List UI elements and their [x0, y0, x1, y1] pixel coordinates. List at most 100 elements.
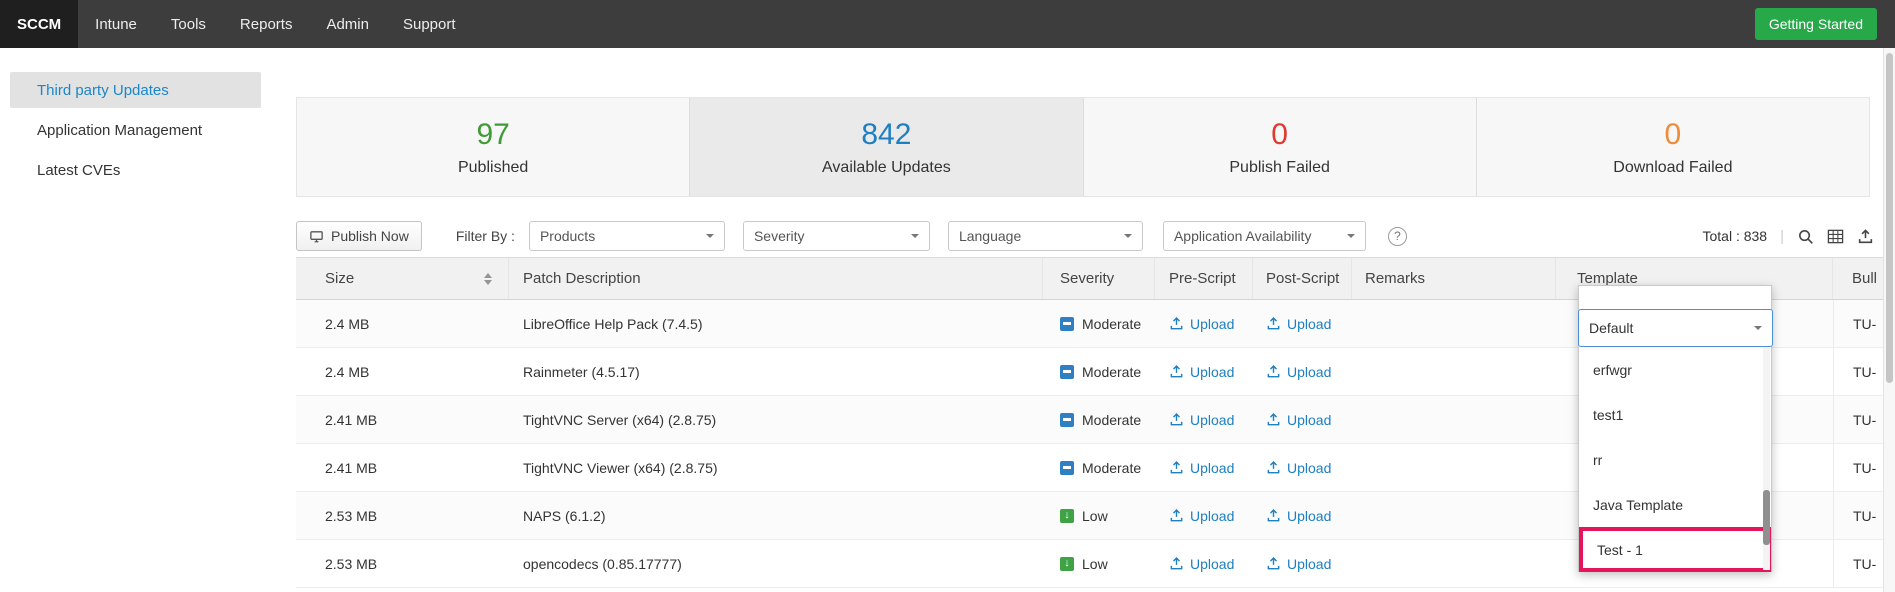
pre-script-upload-link[interactable]: Upload [1169, 508, 1234, 524]
export-icon[interactable] [1857, 228, 1874, 245]
post-script-upload-link[interactable]: Upload [1266, 364, 1331, 380]
severity-label: Moderate [1082, 412, 1141, 428]
stat-card-available-updates[interactable]: 842 Available Updates [690, 98, 1083, 196]
column-header-patch-description: Patch Description [509, 258, 1043, 299]
bulletin-cell: TU- [1833, 540, 1883, 587]
dropdown-scrollbar[interactable] [1763, 347, 1770, 570]
chevron-down-icon [911, 234, 919, 242]
pre-script-cell: Upload [1155, 348, 1253, 395]
help-icon[interactable]: ? [1388, 227, 1407, 246]
nav-item-tools[interactable]: Tools [154, 0, 223, 48]
upload-label: Upload [1287, 412, 1331, 428]
post-script-upload-link[interactable]: Upload [1266, 556, 1331, 572]
post-script-upload-link[interactable]: Upload [1266, 460, 1331, 476]
upload-icon [1169, 460, 1184, 475]
download-failed-label: Download Failed [1613, 159, 1732, 177]
bulletin-cell: TU- [1833, 492, 1883, 539]
pre-script-cell: Upload [1155, 300, 1253, 347]
post-script-cell: Upload [1253, 444, 1352, 491]
pre-script-upload-link[interactable]: Upload [1169, 364, 1234, 380]
toolbar-right: Total : 838 | [1702, 228, 1874, 245]
column-header-size[interactable]: Size [296, 258, 509, 299]
post-script-upload-link[interactable]: Upload [1266, 316, 1331, 332]
stats-cards: 97 Published 842 Available Updates 0 Pub… [296, 97, 1870, 197]
pre-script-upload-link[interactable]: Upload [1169, 412, 1234, 428]
products-filter-dropdown[interactable]: Products [529, 221, 725, 251]
size-cell: 2.4 MB [296, 300, 509, 347]
language-filter-dropdown[interactable]: Language [948, 221, 1143, 251]
severity-label: Low [1082, 508, 1108, 524]
size-header-label: Size [325, 270, 354, 287]
upload-icon [1266, 460, 1281, 475]
severity-label: Moderate [1082, 364, 1141, 380]
upload-label: Upload [1190, 556, 1234, 572]
stat-card-publish-failed[interactable]: 0 Publish Failed [1084, 98, 1477, 196]
severity-low-icon [1060, 509, 1074, 523]
publish-now-button[interactable]: Publish Now [296, 221, 422, 251]
dropdown-option-test-1-highlighted[interactable]: Test - 1 [1579, 527, 1771, 572]
nav-item-support[interactable]: Support [386, 0, 473, 48]
app-window: SCCM Intune Tools Reports Admin Support … [0, 0, 1895, 592]
column-header-severity: Severity [1043, 258, 1155, 299]
post-script-cell: Upload [1253, 300, 1352, 347]
search-icon[interactable] [1797, 228, 1814, 245]
dropdown-scrollbar-thumb[interactable] [1763, 490, 1770, 545]
pre-script-cell: Upload [1155, 444, 1253, 491]
pre-script-upload-link[interactable]: Upload [1169, 556, 1234, 572]
getting-started-button[interactable]: Getting Started [1755, 8, 1877, 40]
pre-script-cell: Upload [1155, 492, 1253, 539]
patch-description-cell: LibreOffice Help Pack (7.4.5) [509, 300, 1043, 347]
post-script-cell: Upload [1253, 348, 1352, 395]
available-updates-label: Available Updates [822, 159, 951, 177]
upload-icon [1266, 412, 1281, 427]
severity-label: Moderate [1082, 460, 1141, 476]
nav-item-admin[interactable]: Admin [309, 0, 386, 48]
column-header-remarks: Remarks [1352, 258, 1556, 299]
products-filter-value: Products [540, 228, 595, 244]
remarks-cell [1352, 300, 1556, 347]
post-script-cell: Upload [1253, 540, 1352, 587]
pre-script-upload-link[interactable]: Upload [1169, 460, 1234, 476]
severity-filter-value: Severity [754, 228, 805, 244]
application-availability-filter-value: Application Availability [1174, 228, 1312, 244]
grid-view-icon[interactable] [1827, 228, 1844, 245]
patch-description-cell: opencodecs (0.85.17777) [509, 540, 1043, 587]
chevron-down-icon [1347, 234, 1355, 242]
sidebar-item-latest-cves[interactable]: Latest CVEs [10, 152, 261, 188]
size-cell: 2.53 MB [296, 540, 509, 587]
top-navbar: SCCM Intune Tools Reports Admin Support … [0, 0, 1895, 48]
severity-label: Moderate [1082, 316, 1141, 332]
upload-label: Upload [1190, 508, 1234, 524]
severity-filter-dropdown[interactable]: Severity [743, 221, 930, 251]
application-availability-filter-dropdown[interactable]: Application Availability [1163, 221, 1366, 251]
pre-script-upload-link[interactable]: Upload [1169, 316, 1234, 332]
publish-failed-label: Publish Failed [1229, 159, 1330, 177]
post-script-upload-link[interactable]: Upload [1266, 412, 1331, 428]
publish-now-label: Publish Now [331, 228, 409, 244]
dropdown-option-java-template[interactable]: Java Template [1579, 482, 1771, 527]
sidebar-item-third-party-updates[interactable]: Third party Updates [10, 72, 261, 108]
sidebar-item-application-management[interactable]: Application Management [10, 112, 261, 148]
post-script-upload-link[interactable]: Upload [1266, 508, 1331, 524]
dropdown-option-test1[interactable]: test1 [1579, 392, 1771, 437]
pre-script-cell: Upload [1155, 396, 1253, 443]
nav-item-reports[interactable]: Reports [223, 0, 310, 48]
severity-moderate-icon [1060, 365, 1074, 379]
upload-icon [1169, 556, 1184, 571]
page-scrollbar-thumb[interactable] [1886, 53, 1893, 383]
stat-card-download-failed[interactable]: 0 Download Failed [1477, 98, 1869, 196]
dropdown-option-rr[interactable]: rr [1579, 437, 1771, 482]
nav-item-sccm[interactable]: SCCM [0, 0, 78, 48]
upload-label: Upload [1287, 556, 1331, 572]
template-select[interactable]: Default [1578, 309, 1773, 347]
dropdown-option-erfwgr[interactable]: erfwgr [1579, 347, 1771, 392]
column-header-pre-script: Pre-Script [1155, 258, 1253, 299]
upload-icon [1169, 316, 1184, 331]
publish-failed-count: 0 [1271, 118, 1288, 152]
nav-item-intune[interactable]: Intune [78, 0, 154, 48]
stat-card-published[interactable]: 97 Published [297, 98, 690, 196]
sort-icon[interactable] [484, 269, 492, 289]
page-scrollbar[interactable] [1883, 48, 1895, 592]
upload-icon [1169, 364, 1184, 379]
upload-icon [1266, 364, 1281, 379]
